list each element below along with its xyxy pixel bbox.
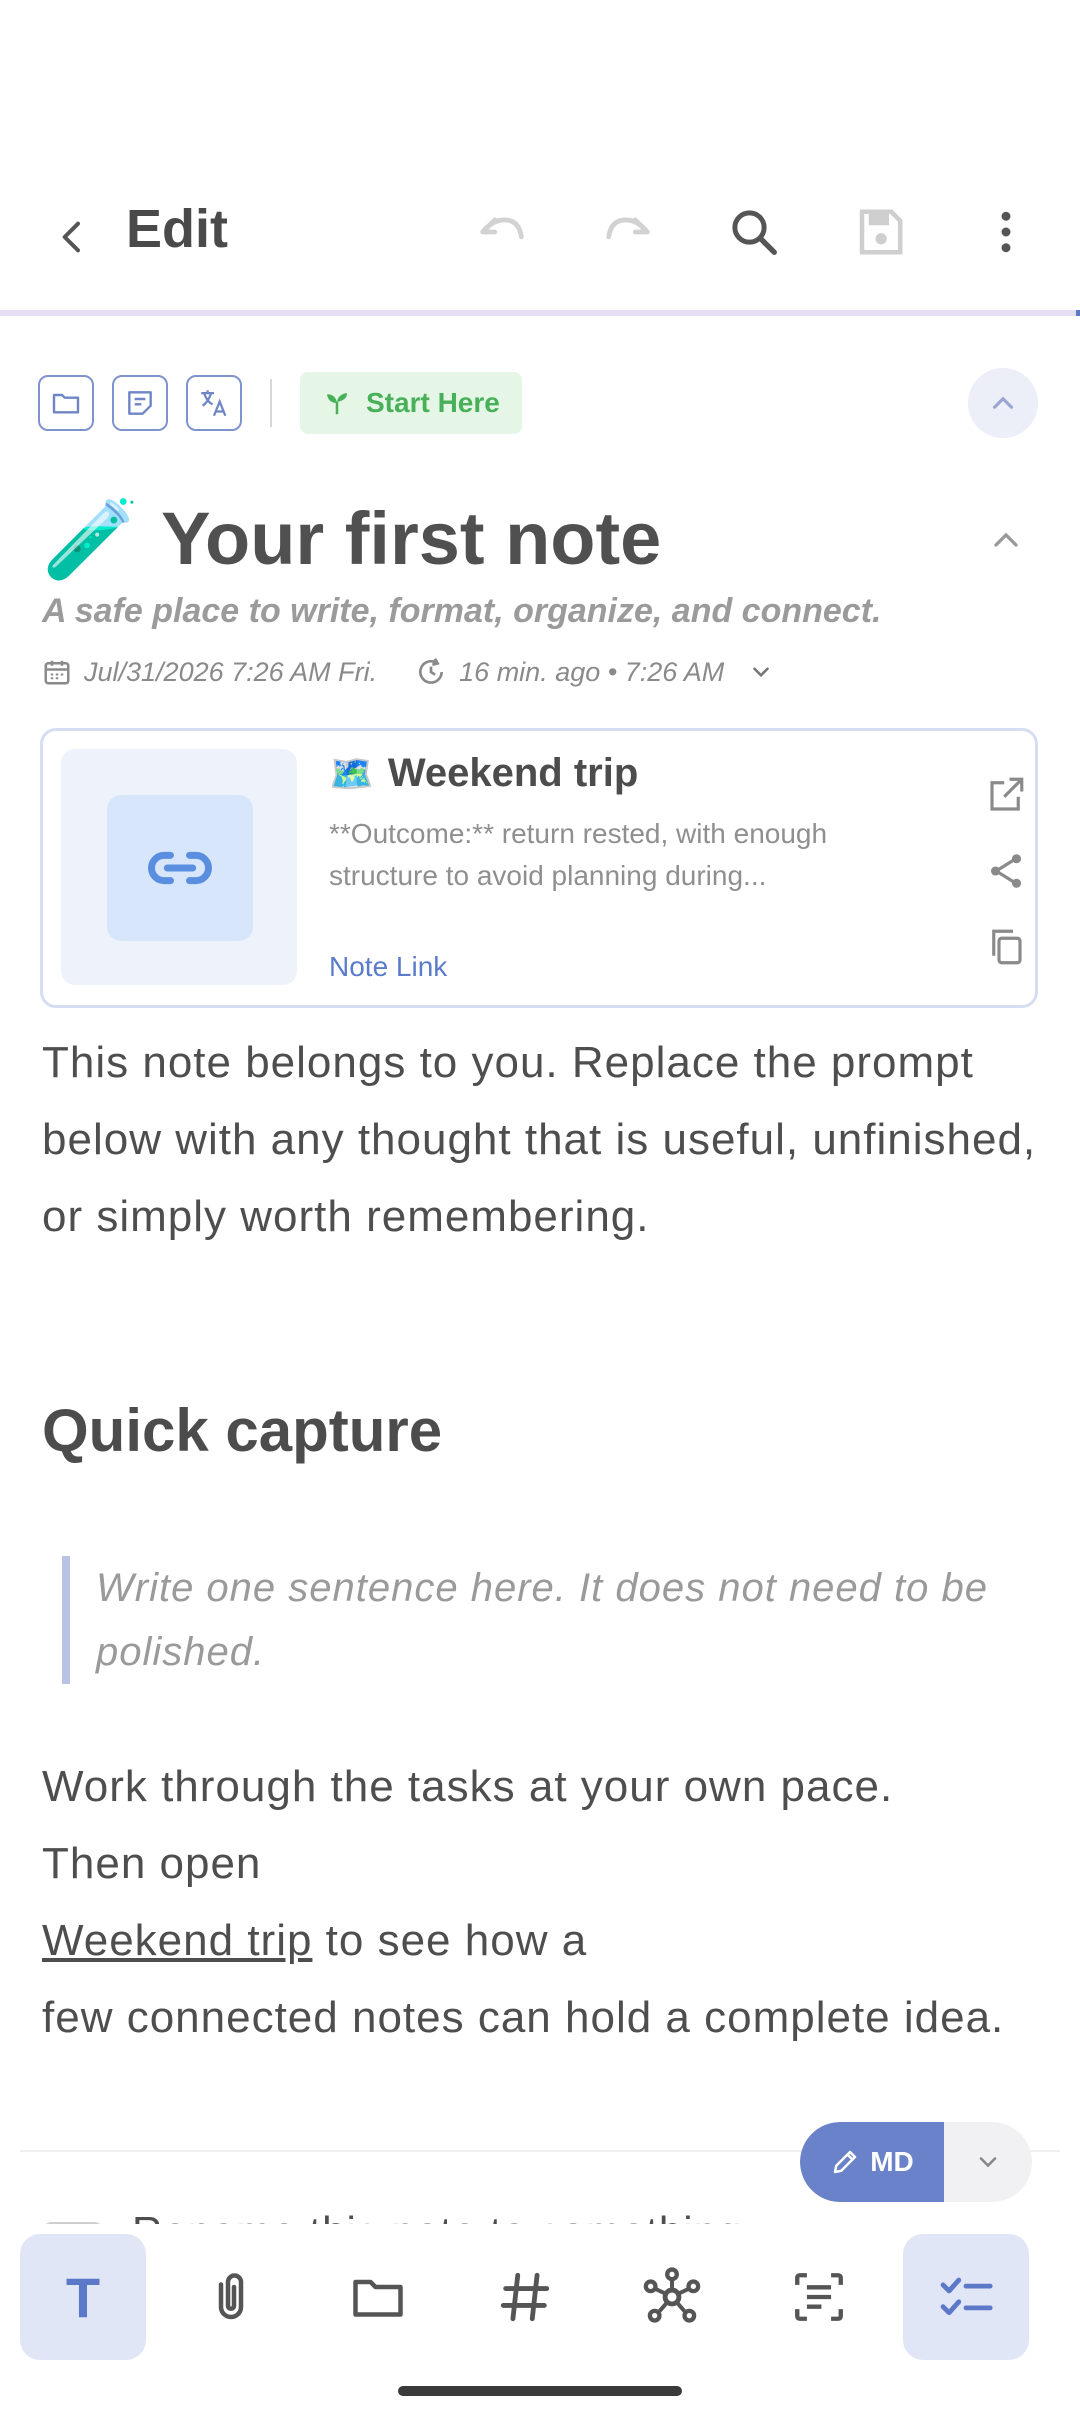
note-meta: Jul/31/2026 7:26 AM Fri. 16 min. ago • 7… (42, 656, 786, 688)
note-subtitle: A safe place to write, format, organize,… (42, 592, 882, 630)
link-card-type: Note Link (329, 951, 448, 982)
tasks-paragraph[interactable]: Work through the tasks at your own pace.… (42, 1748, 1042, 2056)
note-title[interactable]: 🧪 Your first note (42, 496, 661, 581)
note-title-text: Your first note (161, 497, 662, 580)
chevron-up-icon (992, 396, 1014, 409)
page-title: Edit (126, 199, 228, 259)
editor-mode-toggle: MD (800, 2122, 1032, 2202)
bottom-toolbar: T (0, 2224, 1080, 2374)
share-icon (990, 854, 1022, 888)
list-scan-icon (795, 2273, 843, 2321)
folder-icon (353, 2279, 403, 2317)
mode-dropdown-button[interactable] (944, 2122, 1032, 2202)
copy-icon (992, 929, 1022, 965)
save-button[interactable] (844, 196, 916, 268)
more-options-button[interactable] (970, 196, 1042, 268)
created-date: Jul/31/2026 7:26 AM Fri. (84, 656, 378, 687)
quick-capture-quote[interactable]: Write one sentence here. It does not nee… (62, 1556, 1052, 1684)
redo-button[interactable] (592, 196, 664, 268)
link-icon (148, 851, 212, 885)
graph-button[interactable] (609, 2234, 735, 2360)
sprout-icon (327, 393, 347, 415)
folder-icon (52, 393, 80, 414)
top-app-bar: Edit (0, 160, 1080, 292)
share-link-button[interactable] (978, 843, 1034, 899)
hashtag-button[interactable] (462, 2234, 588, 2360)
save-icon (859, 209, 903, 255)
home-indicator[interactable] (398, 2386, 682, 2396)
pencil-icon (833, 2150, 857, 2174)
chevron-down-icon (753, 667, 770, 678)
markdown-mode-button[interactable]: MD (800, 2122, 944, 2202)
graph-icon (643, 2267, 701, 2323)
attachment-button[interactable] (168, 2234, 294, 2360)
history-icon (419, 658, 444, 684)
undo-button[interactable] (466, 196, 538, 268)
translate-button[interactable] (186, 375, 242, 431)
section-heading[interactable]: Quick capture (42, 1396, 442, 1465)
open-in-new-icon (990, 777, 1024, 811)
checklist-icon (940, 2277, 993, 2316)
text-format-icon: T (65, 2265, 101, 2329)
attachment-icon (218, 2273, 244, 2320)
folder-button[interactable] (38, 375, 94, 431)
text-format-button[interactable]: T (20, 2234, 146, 2360)
chevron-down-icon (979, 2157, 997, 2168)
link-card-title: 🗺️ Weekend trip (329, 751, 639, 795)
folder-toolbar-button[interactable] (315, 2234, 441, 2360)
note-type-button[interactable] (112, 375, 168, 431)
translate-icon (201, 390, 227, 417)
weekend-trip-link[interactable]: Weekend trip (42, 1916, 312, 1965)
note-emoji: 🧪 (42, 494, 140, 583)
back-arrow-icon (62, 221, 80, 253)
scan-list-button[interactable] (756, 2234, 882, 2360)
modified-date: 16 min. ago • 7:26 AM (459, 656, 725, 687)
more-vert-icon (1001, 211, 1011, 253)
header-divider (0, 310, 1080, 316)
note-icon (128, 391, 152, 415)
back-button[interactable] (38, 202, 108, 272)
start-here-chip[interactable]: Start Here (300, 372, 522, 434)
copy-link-button[interactable] (978, 919, 1034, 975)
md-label: MD (870, 2146, 914, 2177)
tag-separator (270, 379, 272, 427)
note-link-card[interactable]: 🗺️ Weekend trip **Outcome:** return rest… (40, 728, 1038, 1008)
chevron-up-icon (994, 532, 1018, 547)
undo-icon (480, 217, 524, 240)
meta-expand-button[interactable] (748, 659, 774, 685)
collapse-header-button[interactable] (968, 368, 1038, 438)
search-icon (732, 210, 777, 255)
intro-paragraph[interactable]: This note belongs to you. Replace the pr… (42, 1024, 1042, 1255)
redo-icon (606, 217, 650, 240)
link-card-emoji: 🗺️ (329, 752, 374, 794)
hashtag-icon (500, 2272, 550, 2322)
link-thumbnail (61, 749, 297, 985)
calendar-icon (44, 660, 70, 685)
start-here-label: Start Here (366, 387, 500, 418)
checklist-button[interactable] (903, 2234, 1029, 2360)
collapse-title-button[interactable] (986, 520, 1026, 565)
note-tag-row: Start Here (38, 372, 522, 434)
link-card-description: **Outcome:** return rested, with enough … (329, 818, 828, 891)
search-button[interactable] (718, 196, 790, 268)
open-link-button[interactable] (978, 767, 1034, 823)
